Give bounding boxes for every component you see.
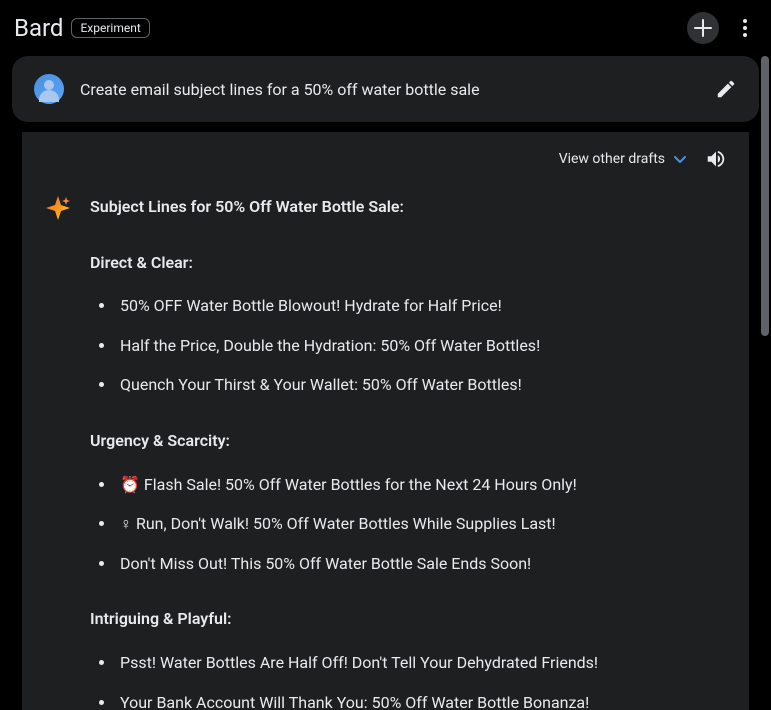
list-item: ♀ Run, Don't Walk! 50% Off Water Bottles… bbox=[116, 511, 727, 537]
response-body: Subject Lines for 50% Off Water Bottle S… bbox=[44, 194, 727, 710]
list-item: 50% OFF Water Bottle Blowout! Hydrate fo… bbox=[116, 293, 727, 319]
section-heading: Intriguing & Playful: bbox=[90, 606, 727, 632]
header-right bbox=[687, 12, 757, 44]
response-title: Subject Lines for 50% Off Water Bottle S… bbox=[90, 194, 727, 220]
more-menu-button[interactable] bbox=[733, 16, 757, 40]
speak-button[interactable] bbox=[705, 148, 727, 170]
list-item: Quench Your Thirst & Your Wallet: 50% Of… bbox=[116, 372, 727, 398]
plus-icon bbox=[694, 19, 712, 37]
scrollbar-thumb[interactable] bbox=[761, 56, 769, 336]
list-item: Don't Miss Out! This 50% Off Water Bottl… bbox=[116, 551, 727, 577]
bard-sparkle-icon bbox=[44, 194, 72, 222]
app-logo: Bard bbox=[14, 14, 63, 42]
section-heading: Urgency & Scarcity: bbox=[90, 428, 727, 454]
user-message: Create email subject lines for a 50% off… bbox=[12, 56, 759, 122]
conversation-area: Create email subject lines for a 50% off… bbox=[0, 56, 771, 710]
list-item: Psst! Water Bottles Are Half Off! Don't … bbox=[116, 650, 727, 676]
view-drafts-button[interactable]: View other drafts bbox=[559, 151, 687, 167]
more-vertical-icon bbox=[743, 19, 747, 37]
experiment-badge: Experiment bbox=[71, 18, 149, 38]
chevron-down-icon bbox=[673, 152, 687, 166]
list-item: ⏰ Flash Sale! 50% Off Water Bottles for … bbox=[116, 472, 727, 498]
speaker-icon bbox=[705, 148, 727, 170]
subject-list: ⏰ Flash Sale! 50% Off Water Bottles for … bbox=[90, 472, 727, 577]
response-header: View other drafts bbox=[44, 132, 727, 194]
app-header: Bard Experiment bbox=[0, 0, 771, 56]
response-container: View other drafts bbox=[22, 132, 749, 710]
view-drafts-label: View other drafts bbox=[559, 151, 665, 167]
subject-list: 50% OFF Water Bottle Blowout! Hydrate fo… bbox=[90, 293, 727, 398]
user-avatar bbox=[34, 74, 64, 104]
subject-list: Psst! Water Bottles Are Half Off! Don't … bbox=[90, 650, 727, 710]
header-left: Bard Experiment bbox=[14, 14, 150, 42]
user-prompt-text: Create email subject lines for a 50% off… bbox=[80, 80, 699, 99]
list-item: Half the Price, Double the Hydration: 50… bbox=[116, 333, 727, 359]
edit-prompt-button[interactable] bbox=[715, 78, 737, 100]
list-item: Your Bank Account Will Thank You: 50% Of… bbox=[116, 690, 727, 710]
pencil-icon bbox=[715, 78, 737, 100]
response-content: Subject Lines for 50% Off Water Bottle S… bbox=[90, 194, 727, 710]
section-heading: Direct & Clear: bbox=[90, 250, 727, 276]
new-chat-button[interactable] bbox=[687, 12, 719, 44]
